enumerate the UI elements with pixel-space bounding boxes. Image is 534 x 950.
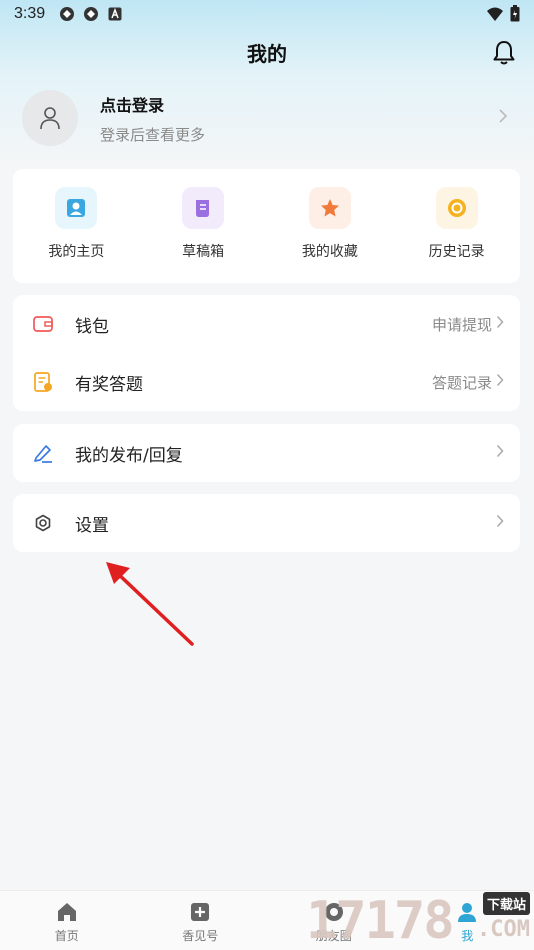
login-profile[interactable]: 点击登录 登录后查看更多: [22, 90, 512, 146]
clock-icon: [435, 187, 478, 229]
red-annotation-arrow: [106, 562, 194, 646]
avatar: [22, 90, 78, 146]
quick-label: 历史记录: [428, 244, 485, 260]
star-icon: [308, 187, 351, 229]
home-icon: [57, 903, 76, 921]
watermark-bottom: .COM: [477, 917, 530, 942]
quiz-record-link[interactable]: 答题记录: [432, 372, 492, 393]
site-watermark: 17178 下载站 .COM: [306, 890, 530, 950]
menu-row-wallet[interactable]: 钱包 申请提现: [13, 295, 520, 353]
quick-actions-card: 我的主页 草稿箱 我的收藏 历史记录: [13, 169, 520, 283]
bell-icon[interactable]: [492, 40, 516, 66]
menu-label: 有奖答题: [75, 374, 143, 395]
status-time: 3:39: [14, 5, 46, 22]
settings-card: 设置: [13, 494, 520, 552]
publish-card: 我的发布/回复: [13, 424, 520, 482]
status-right-icons: [486, 5, 520, 22]
tab-xiangjian[interactable]: 香见号: [134, 891, 268, 950]
login-subtitle: 登录后查看更多: [100, 125, 206, 144]
menu-row-settings[interactable]: 设置: [13, 494, 520, 552]
app-notification-icon-2: [83, 6, 99, 22]
chevron-right-icon: [496, 315, 504, 333]
watermark-top: 下载站: [482, 892, 530, 915]
person-outline-icon: [40, 107, 60, 130]
quick-my-homepage[interactable]: 我的主页: [13, 169, 140, 283]
menu-label: 钱包: [75, 316, 109, 337]
quiz-doc-icon: [31, 370, 55, 394]
wallet-quiz-card: 钱包 申请提现 有奖答题 答题记录: [13, 295, 520, 411]
quick-drafts[interactable]: 草稿箱: [140, 169, 267, 283]
watermark-digits: 17178: [306, 891, 455, 950]
status-bar: 3:39: [0, 0, 534, 28]
quick-label: 我的收藏: [301, 244, 358, 260]
battery-icon: [510, 5, 520, 22]
chevron-right-icon: [496, 514, 504, 532]
gear-icon: [31, 511, 55, 535]
plus-square-icon: [191, 903, 210, 921]
pen-icon: [31, 441, 55, 465]
menu-label: 我的发布/回复: [75, 445, 183, 466]
chevron-right-icon: [496, 373, 504, 391]
tab-home[interactable]: 首页: [0, 891, 134, 950]
quick-favorites[interactable]: 我的收藏: [267, 169, 394, 283]
menu-row-publish[interactable]: 我的发布/回复: [13, 424, 520, 482]
menu-label: 设置: [75, 515, 109, 536]
wallet-icon: [31, 312, 55, 336]
quick-label: 草稿箱: [182, 244, 225, 260]
a-letter-icon: [107, 6, 123, 22]
chevron-right-icon: [498, 108, 508, 128]
page-title: 我的: [247, 42, 287, 66]
tab-label: 首页: [54, 929, 79, 943]
user-icon: [55, 187, 98, 229]
login-title: 点击登录: [100, 95, 165, 115]
quick-label: 我的主页: [48, 244, 105, 260]
app-notification-icon: [59, 6, 75, 22]
chevron-right-icon: [496, 444, 504, 462]
wifi-icon: [487, 7, 503, 21]
scroll-icon: [182, 187, 225, 229]
withdraw-link[interactable]: 申请提现: [432, 314, 492, 335]
tab-label: 香见号: [182, 929, 219, 943]
quick-history[interactable]: 历史记录: [393, 169, 520, 283]
menu-row-quiz[interactable]: 有奖答题 答题记录: [13, 353, 520, 411]
